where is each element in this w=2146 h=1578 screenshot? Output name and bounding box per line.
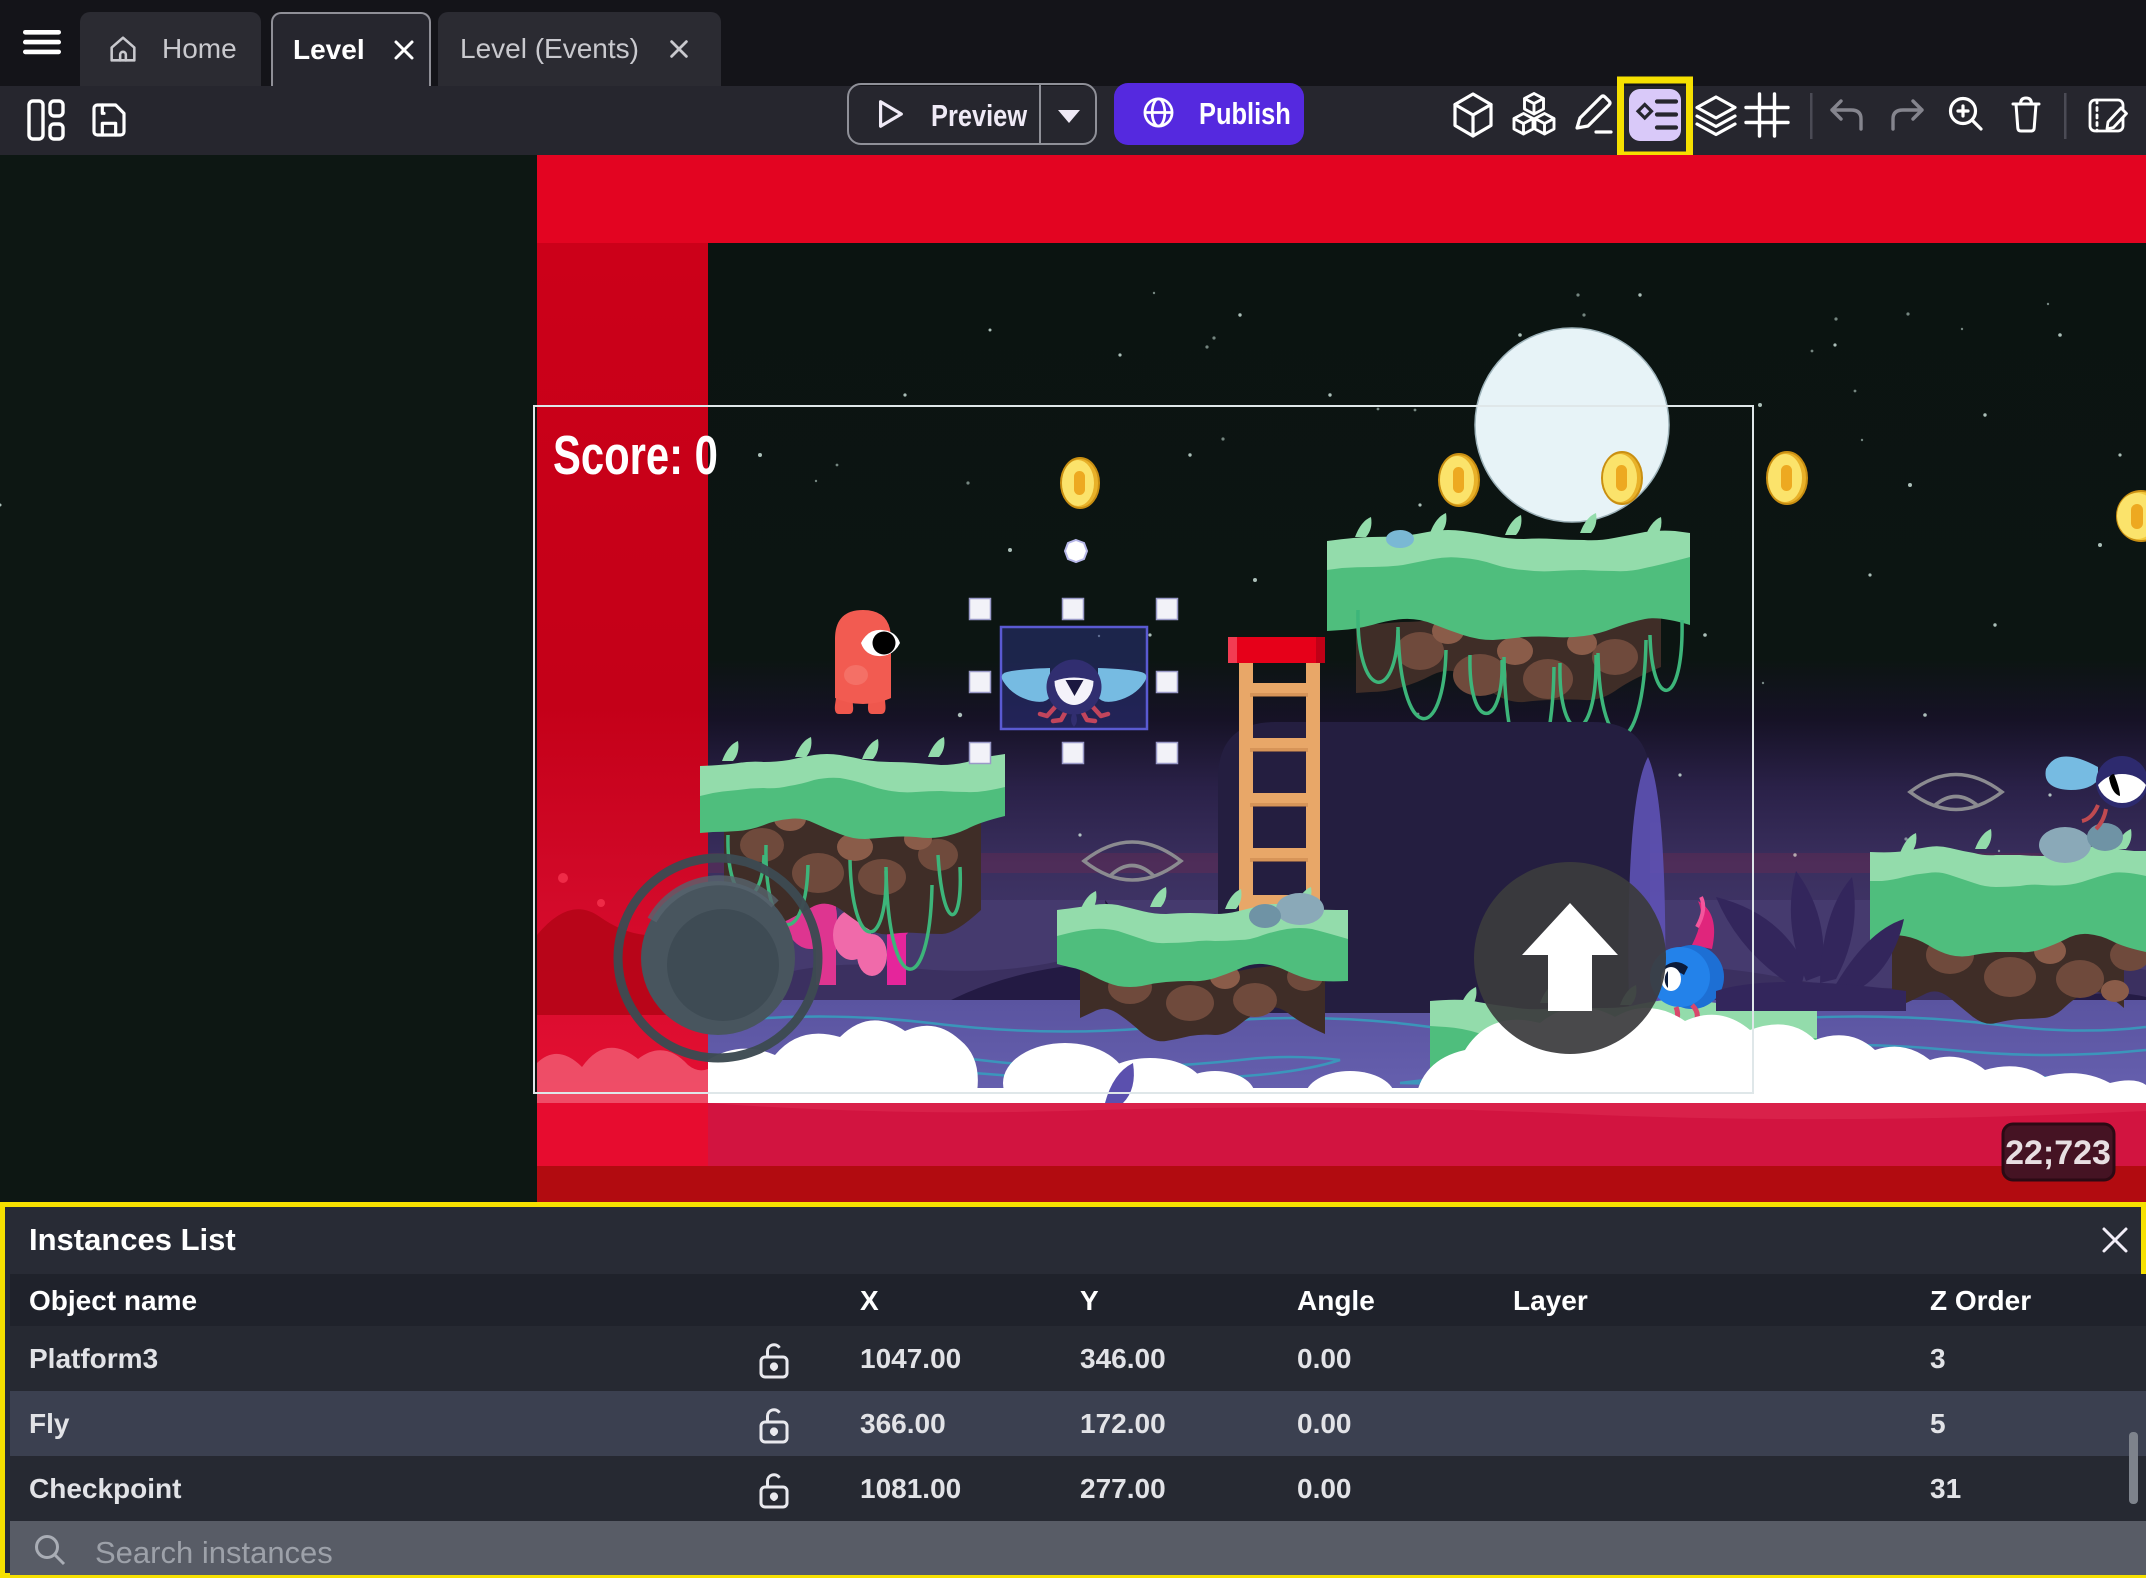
svg-text:Score: 0: Score: 0 bbox=[553, 426, 718, 487]
svg-text:22;723: 22;723 bbox=[2005, 1134, 2111, 1172]
